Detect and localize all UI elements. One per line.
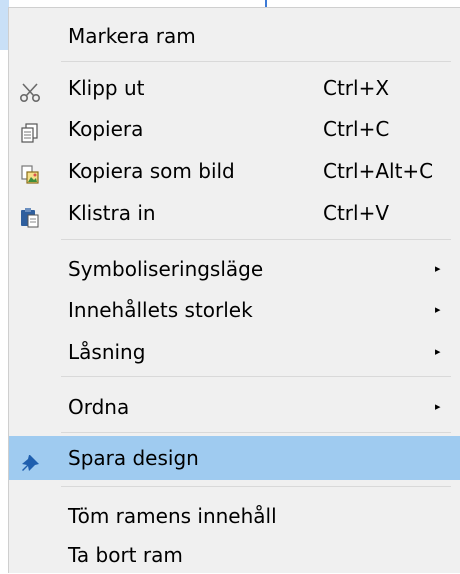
shortcut-label: Ctrl+C xyxy=(323,117,390,141)
paste-icon xyxy=(19,202,41,228)
menu-item-label: Kopiera xyxy=(68,117,144,141)
menu-item-lasning[interactable]: Låsning ▸ xyxy=(9,333,460,371)
menu-separator xyxy=(61,432,451,433)
scissors-icon xyxy=(19,77,41,103)
menu-item-label: Ta bort ram xyxy=(68,543,183,567)
menu-item-tom-ramens-innehall[interactable]: Töm ramens innehåll xyxy=(9,497,460,535)
menu-item-label: Spara design xyxy=(68,446,199,470)
menu-item-spara-design[interactable]: Spara design xyxy=(9,436,460,480)
copy-icon xyxy=(19,118,41,143)
menu-item-label: Ordna xyxy=(68,395,130,419)
submenu-arrow-icon: ▸ xyxy=(435,262,441,275)
menu-item-markera-ram[interactable]: Markera ram xyxy=(9,17,460,55)
menu-separator xyxy=(61,376,451,377)
menu-separator xyxy=(61,486,451,487)
menu-item-kopiera[interactable]: Kopiera Ctrl+C xyxy=(9,110,460,148)
menu-item-label: Töm ramens innehåll xyxy=(68,504,277,528)
submenu-arrow-icon: ▸ xyxy=(435,400,441,413)
menu-item-label: Klipp ut xyxy=(68,76,145,100)
menu-item-label: Låsning xyxy=(68,340,146,364)
copy-as-image-icon xyxy=(19,160,41,184)
menu-separator xyxy=(61,239,451,240)
menu-item-ordna[interactable]: Ordna ▸ xyxy=(9,388,460,426)
menu-item-label: Innehållets storlek xyxy=(68,298,253,322)
pin-icon xyxy=(19,446,41,471)
shortcut-label: Ctrl+V xyxy=(323,201,390,225)
menu-item-innehallets-storlek[interactable]: Innehållets storlek ▸ xyxy=(9,291,460,329)
menu-separator xyxy=(61,61,451,62)
menu-item-kopiera-som-bild[interactable]: Kopiera som bild Ctrl+Alt+C xyxy=(9,152,460,190)
menu-item-klistra-in[interactable]: Klistra in Ctrl+V xyxy=(9,194,460,232)
menu-item-symboliseringslage[interactable]: Symboliseringsläge ▸ xyxy=(9,250,460,288)
shortcut-label: Ctrl+Alt+C xyxy=(323,159,434,183)
menu-item-label: Symboliseringsläge xyxy=(68,257,264,281)
menu-item-label: Klistra in xyxy=(68,201,156,225)
menu-item-label: Kopiera som bild xyxy=(68,159,235,183)
submenu-arrow-icon: ▸ xyxy=(435,303,441,316)
menu-item-label: Markera ram xyxy=(68,24,196,48)
menu-item-ta-bort-ram[interactable]: Ta bort ram xyxy=(9,536,460,574)
submenu-arrow-icon: ▸ xyxy=(435,345,441,358)
context-menu: Markera ram Klipp ut Ctrl+X Kopiera Ctrl… xyxy=(8,7,460,573)
menu-item-klipp-ut[interactable]: Klipp ut Ctrl+X xyxy=(9,69,460,107)
shortcut-label: Ctrl+X xyxy=(323,76,390,100)
